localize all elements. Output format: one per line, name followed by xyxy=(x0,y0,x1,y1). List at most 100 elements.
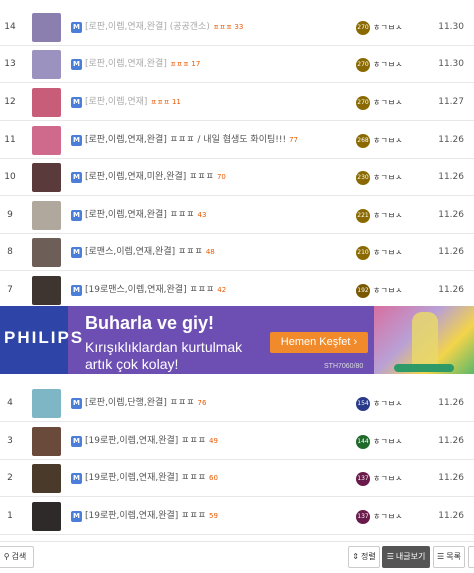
author-nickname[interactable]: ㅎㄱㅂㅅ xyxy=(373,84,402,121)
comment-count: 70 xyxy=(216,173,226,181)
post-title-text[interactable]: [로판,이렙,연재,완결] ㅍㅍㅍ xyxy=(85,210,195,220)
post-title-text[interactable]: [로판,이렙,연재] xyxy=(85,97,147,107)
post-title-text[interactable]: [로판,이렙,연재,미완,완결] ㅍㅍㅍ xyxy=(85,172,214,182)
table-row[interactable]: 2 M [19로판,이렙,연재,완결] ㅍㅍㅍ 60 137 ㅎㄱㅂㅅ 11.26 xyxy=(0,460,474,497)
post-title[interactable]: [로판,이렙,연재,완결] ㅍㅍㅍ 43 xyxy=(85,197,206,234)
author-nickname[interactable]: ㅎㄱㅂㅅ xyxy=(373,272,402,309)
table-row[interactable]: 8 M [로맨스,이렙,연재,완결] ㅍㅍㅍ 48 210 ㅎㄱㅂㅅ 11.26 xyxy=(0,234,474,271)
post-title-text[interactable]: [로판,이렙,연재,완결] xyxy=(85,59,167,69)
user-level-badge: 230 xyxy=(356,171,370,185)
image-badge-icon: M xyxy=(71,210,82,221)
post-title[interactable]: [로판,이렙,연재,완결] ㅍㅍㅍ / 내일 혐생도 화이팅!!! 77 xyxy=(85,122,298,159)
image-badge-icon: M xyxy=(71,97,82,108)
post-thumbnail[interactable] xyxy=(32,238,61,267)
table-row[interactable]: 4 M [로판,이렙,단행,완결] ㅍㅍㅍ 76 154 ㅎㄱㅂㅅ 11.26 xyxy=(0,385,474,422)
post-date: 11.26 xyxy=(438,172,464,182)
user-level-badge: 154 xyxy=(356,397,370,411)
post-title[interactable]: [로판,이렙,연재,완결] ㅍㅍㅍ 17 xyxy=(85,46,200,83)
post-title-text[interactable]: [로맨스,이렙,연재,완결] ㅍㅍㅍ xyxy=(85,247,203,257)
user-level-badge: 270 xyxy=(356,58,370,72)
post-title[interactable]: [로맨스,이렙,연재,완결] ㅍㅍㅍ 48 xyxy=(85,234,215,271)
user-level-badge: 144 xyxy=(356,435,370,449)
post-thumbnail[interactable] xyxy=(32,88,61,117)
author-nickname[interactable]: ㅎㄱㅂㅅ xyxy=(373,385,402,422)
comment-count: 42 xyxy=(217,286,227,294)
post-number: 11 xyxy=(4,135,16,145)
table-row[interactable]: 1 M [19로판,이렙,연재,완결] ㅍㅍㅍ 59 137 ㅎㄱㅂㅅ 11.26 xyxy=(0,498,474,535)
list-label: 목록 xyxy=(446,552,461,561)
list-button[interactable]: ☰ 목록 xyxy=(433,546,465,568)
post-title-text[interactable]: [로판,이렙,단행,완결] ㅍㅍㅍ xyxy=(85,398,195,408)
post-title-text[interactable]: [19로판,이렙,연재,완결] ㅍㅍㅍ xyxy=(85,436,206,446)
post-thumbnail[interactable] xyxy=(32,502,61,531)
user-level-badge: 137 xyxy=(356,510,370,524)
post-title[interactable]: [로판,이렙,연재,완결] (공공갠소) ㅍㅍㅍ 33 xyxy=(85,9,243,46)
author-nickname[interactable]: ㅎㄱㅂㅅ xyxy=(373,460,402,497)
post-title[interactable]: [로판,이렙,연재] ㅍㅍㅍ 11 xyxy=(85,84,181,121)
author-nickname[interactable]: ㅎㄱㅂㅅ xyxy=(373,46,402,83)
sort-button[interactable]: ⇕ 정렬 xyxy=(348,546,380,568)
post-title-text[interactable]: [19로판,이렙,연재,완결] ㅍㅍㅍ xyxy=(85,473,206,483)
ad-banner[interactable]: PHILIPS Buharla ve giy! Kırışıklıklardan… xyxy=(0,306,474,374)
image-badge-icon: M xyxy=(71,436,82,447)
author-nickname[interactable]: ㅎㄱㅂㅅ xyxy=(373,234,402,271)
post-thumbnail[interactable] xyxy=(32,201,61,230)
post-title-text[interactable]: [로판,이렙,연재,완결] (공공갠소) xyxy=(85,22,210,32)
table-row[interactable]: 3 M [19로판,이렙,연재,완결] ㅍㅍㅍ 49 144 ㅎㄱㅂㅅ 11.26 xyxy=(0,423,474,460)
image-badge-icon: M xyxy=(71,473,82,484)
user-level-badge: 221 xyxy=(356,209,370,223)
table-row[interactable]: 10 M [로판,이렙,연재,미완,완결] ㅍㅍㅍ 70 230 ㅎㄱㅂㅅ 11.26 xyxy=(0,159,474,196)
post-number: 3 xyxy=(7,436,13,446)
user-level-badge: 137 xyxy=(356,472,370,486)
post-title[interactable]: [로판,이렙,단행,완결] ㅍㅍㅍ 76 xyxy=(85,385,206,422)
table-row[interactable]: 14 M [로판,이렙,연재,완결] (공공갠소) ㅍㅍㅍ 33 270 ㅎㄱㅂㅅ 11.3… xyxy=(0,9,474,46)
ad-cta-button[interactable]: Hemen Keşfet › xyxy=(270,332,368,353)
post-date: 11.26 xyxy=(438,135,464,145)
post-number: 13 xyxy=(4,59,16,69)
post-thumbnail[interactable] xyxy=(32,464,61,493)
image-badge-icon: M xyxy=(71,172,82,183)
ad-headline: Buharla ve giy! xyxy=(85,313,215,333)
post-number: 8 xyxy=(7,247,13,257)
post-number: 12 xyxy=(4,97,16,107)
my-posts-button[interactable]: ☰ 내글보기 xyxy=(382,546,430,568)
post-date: 11.30 xyxy=(438,22,464,32)
image-badge-icon: M xyxy=(71,398,82,409)
post-title[interactable]: [19로판,이렙,연재,완결] ㅍㅍㅍ 59 xyxy=(85,498,218,535)
post-date: 11.26 xyxy=(438,473,464,483)
search-button[interactable]: ⚲ 검색 xyxy=(0,546,34,568)
post-thumbnail[interactable] xyxy=(32,126,61,155)
post-title[interactable]: [19로맨스,이렙,연재,완결] ㅍㅍㅍ 42 xyxy=(85,272,226,309)
post-title-text[interactable]: [19로맨스,이렙,연재,완결] ㅍㅍㅍ xyxy=(85,285,214,295)
brand-logo: PHILIPS xyxy=(4,328,85,347)
author-nickname[interactable]: ㅎㄱㅂㅅ xyxy=(373,197,402,234)
post-thumbnail[interactable] xyxy=(32,389,61,418)
post-title-text[interactable]: [19로판,이렙,연재,완결] ㅍㅍㅍ xyxy=(85,511,206,521)
post-date: 11.26 xyxy=(438,285,464,295)
image-badge-icon: M xyxy=(71,22,82,33)
ad-product-photo xyxy=(374,306,474,374)
post-title[interactable]: [19로판,이렙,연재,완결] ㅍㅍㅍ 60 xyxy=(85,460,218,497)
table-row[interactable]: 13 M [로판,이렙,연재,완결] ㅍㅍㅍ 17 270 ㅎㄱㅂㅅ 11.30 xyxy=(0,46,474,83)
author-nickname[interactable]: ㅎㄱㅂㅅ xyxy=(373,9,402,46)
author-nickname[interactable]: ㅎㄱㅂㅅ xyxy=(373,498,402,535)
post-thumbnail[interactable] xyxy=(32,276,61,305)
comment-count: 76 xyxy=(197,399,207,407)
author-nickname[interactable]: ㅎㄱㅂㅅ xyxy=(373,159,402,196)
comment-count: ㅍㅍㅍ 17 xyxy=(169,60,201,68)
table-row[interactable]: 12 M [로판,이렙,연재] ㅍㅍㅍ 11 270 ㅎㄱㅂㅅ 11.27 xyxy=(0,84,474,121)
post-thumbnail[interactable] xyxy=(32,427,61,456)
author-nickname[interactable]: ㅎㄱㅂㅅ xyxy=(373,423,402,460)
post-thumbnail[interactable] xyxy=(32,163,61,192)
search-label: 검색 xyxy=(11,552,27,561)
post-title-text[interactable]: [로판,이렙,연재,완결] ㅍㅍㅍ / 내일 혐생도 화이팅!!! xyxy=(85,135,286,145)
scroll-top-button[interactable] xyxy=(468,546,474,568)
table-row[interactable]: 9 M [로판,이렙,연재,완결] ㅍㅍㅍ 43 221 ㅎㄱㅂㅅ 11.26 xyxy=(0,197,474,234)
post-title[interactable]: [로판,이렙,연재,미완,완결] ㅍㅍㅍ 70 xyxy=(85,159,226,196)
post-thumbnail[interactable] xyxy=(32,13,61,42)
table-row[interactable]: 7 M [19로맨스,이렙,연재,완결] ㅍㅍㅍ 42 192 ㅎㄱㅂㅅ 11.26 xyxy=(0,272,474,309)
author-nickname[interactable]: ㅎㄱㅂㅅ xyxy=(373,122,402,159)
post-title[interactable]: [19로판,이렙,연재,완결] ㅍㅍㅍ 49 xyxy=(85,423,218,460)
table-row[interactable]: 11 M [로판,이렙,연재,완결] ㅍㅍㅍ / 내일 혐생도 화이팅!!! 77 26… xyxy=(0,122,474,159)
post-thumbnail[interactable] xyxy=(32,50,61,79)
